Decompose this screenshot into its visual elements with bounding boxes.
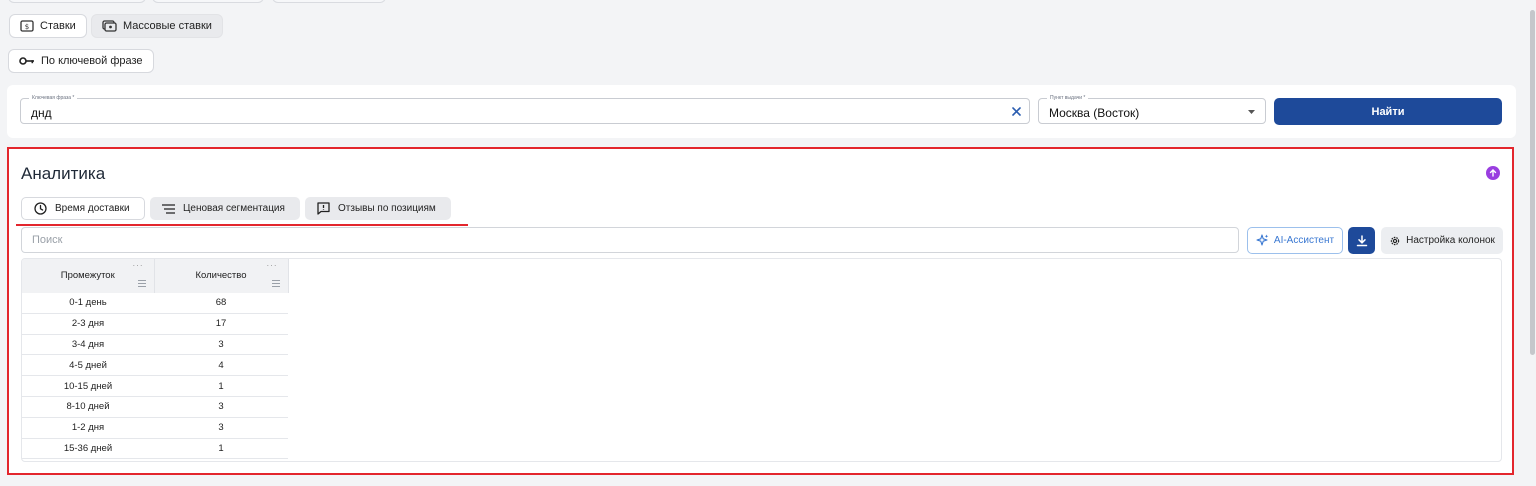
table-row: 8-10 дней 3: [22, 396, 288, 418]
count-cell: 3: [154, 396, 288, 418]
column-settings-label: Настройка колонок: [1406, 235, 1495, 246]
chevron-down-icon: [1248, 110, 1255, 114]
table-row: 1-2 дня 3: [22, 417, 288, 439]
table-search-field[interactable]: [30, 228, 1202, 252]
mass-bids-tab[interactable]: Массовые ставки: [91, 14, 223, 38]
ai-assistant-label: AI-Ассистент: [1273, 235, 1335, 246]
interval-cell: 0-1 день: [22, 293, 154, 314]
gear-icon: [1390, 236, 1400, 245]
scroll-up-icon[interactable]: [1486, 166, 1500, 180]
analytics-panel: Аналитика Время доставки Ценовая сегмент…: [7, 147, 1514, 475]
bids-tab[interactable]: $ Ставки: [9, 14, 87, 38]
keyword-field-label: Ключевая фраза *: [29, 94, 78, 102]
count-cell: 68: [154, 293, 288, 314]
key-icon: [19, 57, 34, 65]
count-cell: 3: [154, 334, 288, 356]
interval-cell: 15-36 дней: [22, 438, 154, 460]
column-header-interval[interactable]: Промежуток ···: [22, 259, 155, 293]
by-keyword-label: По ключевой фразе: [41, 55, 143, 67]
table-row: 4-5 дней 4: [22, 354, 288, 377]
top-tab-stub: [272, 0, 386, 3]
interval-cell: 3-4 дня: [22, 334, 154, 356]
table-row: 2-3 дня 17: [22, 313, 288, 335]
tab-delivery-time[interactable]: Время доставки: [21, 197, 145, 220]
by-keyword-toggle[interactable]: По ключевой фразе: [8, 49, 154, 73]
tab-reviews-by-position[interactable]: Отзывы по позициям: [305, 197, 451, 220]
mass-bids-tab-label: Массовые ставки: [123, 20, 212, 32]
keyword-field[interactable]: Ключевая фраза * днд: [20, 94, 1030, 124]
search-form-card: Ключевая фраза * днд Пункт выдачи * Моск…: [7, 85, 1516, 138]
top-tab-stub: [152, 0, 264, 3]
review-icon: [317, 202, 330, 215]
interval-cell: 8-10 дней: [22, 396, 154, 418]
filter-lines-icon: [162, 203, 175, 214]
ai-assistant-button[interactable]: AI-Ассистент: [1247, 227, 1343, 254]
table-row: 15-36 дней 1: [22, 438, 288, 460]
column-menu-icon[interactable]: [271, 278, 280, 289]
download-icon: [1356, 234, 1367, 246]
table-row: 3-4 дня 3: [22, 334, 288, 356]
tab-delivery-time-label: Время доставки: [55, 203, 130, 214]
analytics-title: Аналитика: [21, 164, 106, 183]
count-cell: 1: [154, 438, 288, 460]
more-icon[interactable]: ···: [267, 261, 278, 270]
bids-tab-label: Ставки: [40, 20, 76, 32]
tabs-highlight-underline: [16, 224, 468, 226]
top-tab-stub: [8, 0, 146, 3]
page-scrollbar-thumb[interactable]: [1530, 10, 1535, 355]
count-cell: 17: [154, 313, 288, 335]
sparkle-icon: [1256, 234, 1269, 246]
data-table: Промежуток ··· Количество ··· 0-1 день 68…: [22, 259, 289, 460]
table-row: 10-15 дней 1: [22, 375, 288, 397]
find-button[interactable]: Найти: [1274, 98, 1502, 125]
pickup-point-value: Москва (Восток): [1049, 106, 1140, 120]
count-cell: 3: [154, 417, 288, 439]
tab-price-segmentation-label: Ценовая сегментация: [183, 203, 285, 214]
dollar-icon: $: [20, 20, 34, 32]
delivery-time-table: Промежуток ··· Количество ··· 0-1 день 68…: [21, 258, 1502, 462]
column-header-label: Промежуток: [60, 270, 115, 281]
interval-cell: 1-2 дня: [22, 417, 154, 439]
clock-icon: [34, 202, 47, 215]
interval-cell: 10-15 дней: [22, 375, 154, 397]
interval-cell: 2-3 дня: [22, 313, 154, 335]
pickup-point-select[interactable]: Пункт выдачи * Москва (Восток): [1038, 94, 1266, 124]
column-header-label: Количество: [195, 270, 247, 281]
pickup-point-label: Пункт выдачи *: [1047, 94, 1089, 102]
clear-icon[interactable]: [1012, 107, 1021, 116]
table-search-input[interactable]: [21, 227, 1239, 253]
column-header-count[interactable]: Количество ···: [154, 259, 289, 293]
keyword-field-value: днд: [31, 106, 52, 120]
column-settings-button[interactable]: Настройка колонок: [1381, 227, 1503, 254]
more-icon[interactable]: ···: [133, 261, 144, 270]
download-button[interactable]: [1348, 227, 1375, 254]
interval-cell: 4-5 дней: [22, 354, 154, 377]
tab-price-segmentation[interactable]: Ценовая сегментация: [150, 197, 300, 220]
svg-text:$: $: [25, 23, 29, 31]
count-cell: 1: [154, 375, 288, 397]
table-row: 0-1 день 68: [22, 293, 288, 314]
bids-icon: [102, 20, 117, 32]
tab-reviews-label: Отзывы по позициям: [338, 203, 436, 214]
count-cell: 4: [154, 354, 288, 377]
column-menu-icon[interactable]: [137, 278, 146, 289]
